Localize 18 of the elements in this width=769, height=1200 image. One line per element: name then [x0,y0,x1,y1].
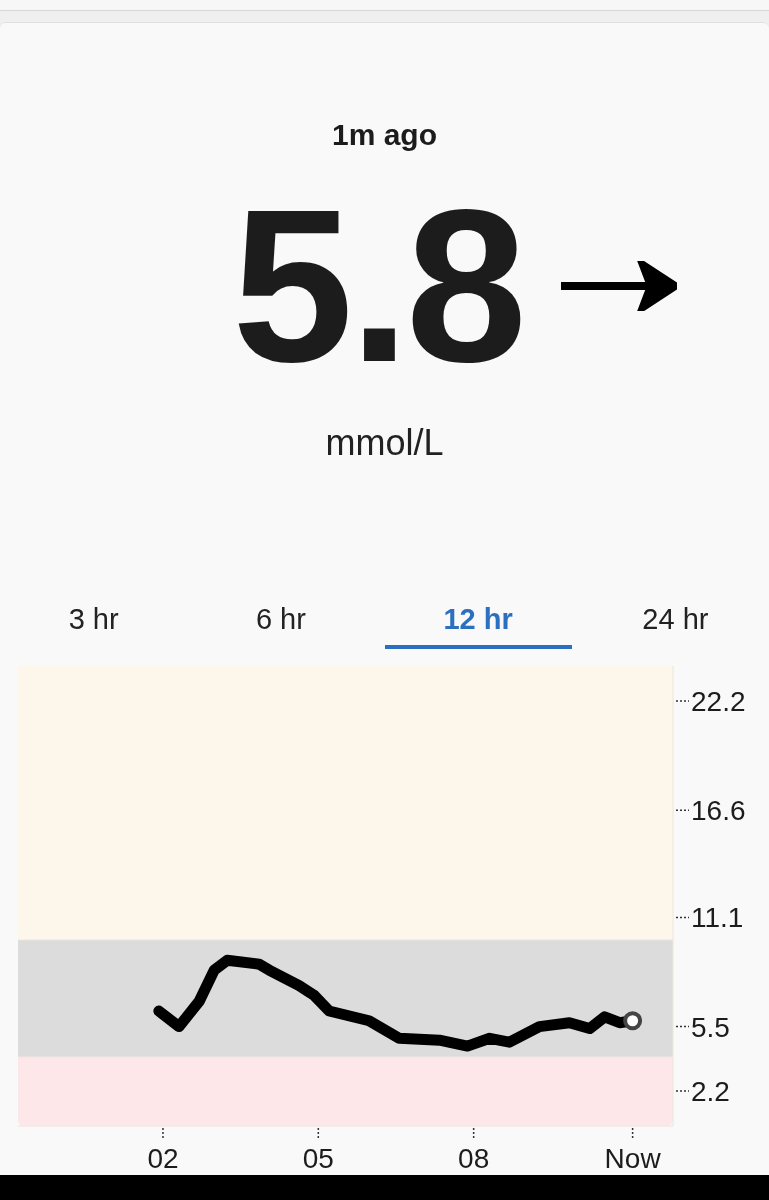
arrow-right-icon [561,261,678,311]
y-axis-label: 2.2 [691,1075,730,1107]
range-tab[interactable]: 12 hr [384,593,572,649]
y-axis-label: 22.2 [691,686,746,718]
range-tab[interactable]: 24 hr [581,593,769,649]
y-axis-label: 11.1 [691,902,744,934]
current-reading-marker [623,1011,643,1031]
y-axis-label: 16.6 [691,795,746,827]
unit-label: mmol/L [325,421,444,465]
range-tab[interactable]: 3 hr [0,593,188,649]
x-axis-label: 08 [458,1143,490,1174]
x-axis-label: 02 [147,1143,179,1174]
x-axis-label: Now [604,1143,661,1174]
reading-age: 1m ago [332,117,437,153]
range-tab[interactable]: 6 hr [187,593,375,649]
x-axis-label: 05 [302,1143,334,1174]
glucose-value: 5.8 [231,191,524,381]
y-axis-label: 5.5 [691,1011,730,1043]
